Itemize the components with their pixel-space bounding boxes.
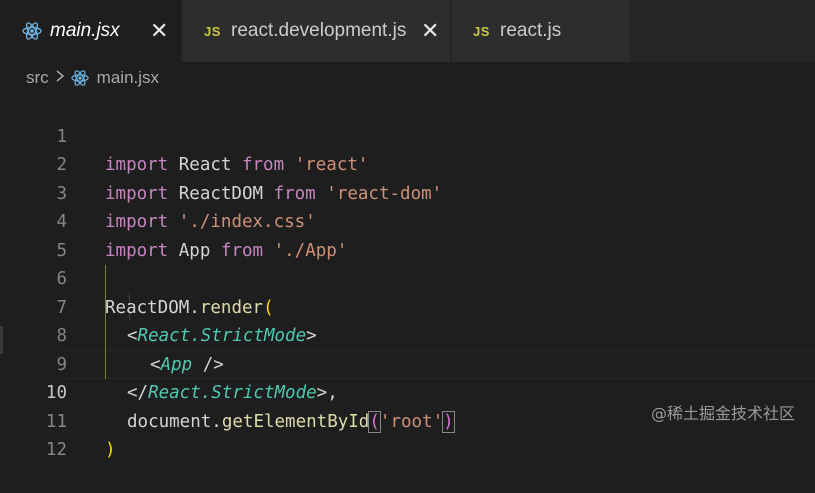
tab-react-js[interactable]: JS react.js — [452, 0, 630, 62]
chevron-right-icon — [55, 69, 65, 88]
tab-main-jsx[interactable]: main.jsx ✕ — [0, 0, 182, 62]
code-line: 3 import './index.css' — [0, 151, 815, 233]
code-line: 8 <App /> — [0, 294, 815, 375]
tab-bar: main.jsx ✕ JS react.development.js ✕ JS … — [0, 0, 815, 62]
close-icon[interactable]: ✕ — [421, 20, 439, 42]
tab-label: react.js — [500, 20, 562, 41]
tab-label: react.development.js — [231, 20, 407, 41]
tab-react-development-js[interactable]: JS react.development.js ✕ — [183, 0, 451, 62]
code-line: 7 <React.StrictMode> — [0, 265, 815, 347]
code-line: 1 import React from 'react' — [0, 94, 815, 176]
watermark: @稀土掘金技术社区 — [650, 404, 795, 423]
breadcrumb-folder[interactable]: src — [26, 68, 49, 88]
code-line: 5 — [0, 208, 815, 261]
close-icon[interactable]: ✕ — [150, 20, 168, 42]
react-icon — [22, 21, 42, 41]
breadcrumb: src main.jsx — [26, 66, 159, 90]
js-icon: JS — [473, 24, 490, 39]
paren: ) — [105, 440, 116, 460]
breadcrumb-file[interactable]: main.jsx — [97, 68, 159, 88]
react-icon — [70, 69, 89, 87]
code-line: 10 document.getElementById('root') — [0, 351, 815, 433]
code-line: 6 ReactDOM.render( — [0, 237, 815, 318]
tab-label: main.jsx — [50, 20, 120, 41]
code-line: 2 import ReactDOM from 'react-dom' — [0, 123, 815, 204]
code-line: 9 </React.StrictMode>, — [0, 322, 815, 404]
code-line: 4 import App from './App' — [0, 180, 815, 261]
line-number: 12 — [45, 440, 67, 460]
code-editor[interactable]: 1 import React from 'react' 2 import Rea… — [0, 94, 815, 460]
js-icon: JS — [204, 24, 221, 39]
